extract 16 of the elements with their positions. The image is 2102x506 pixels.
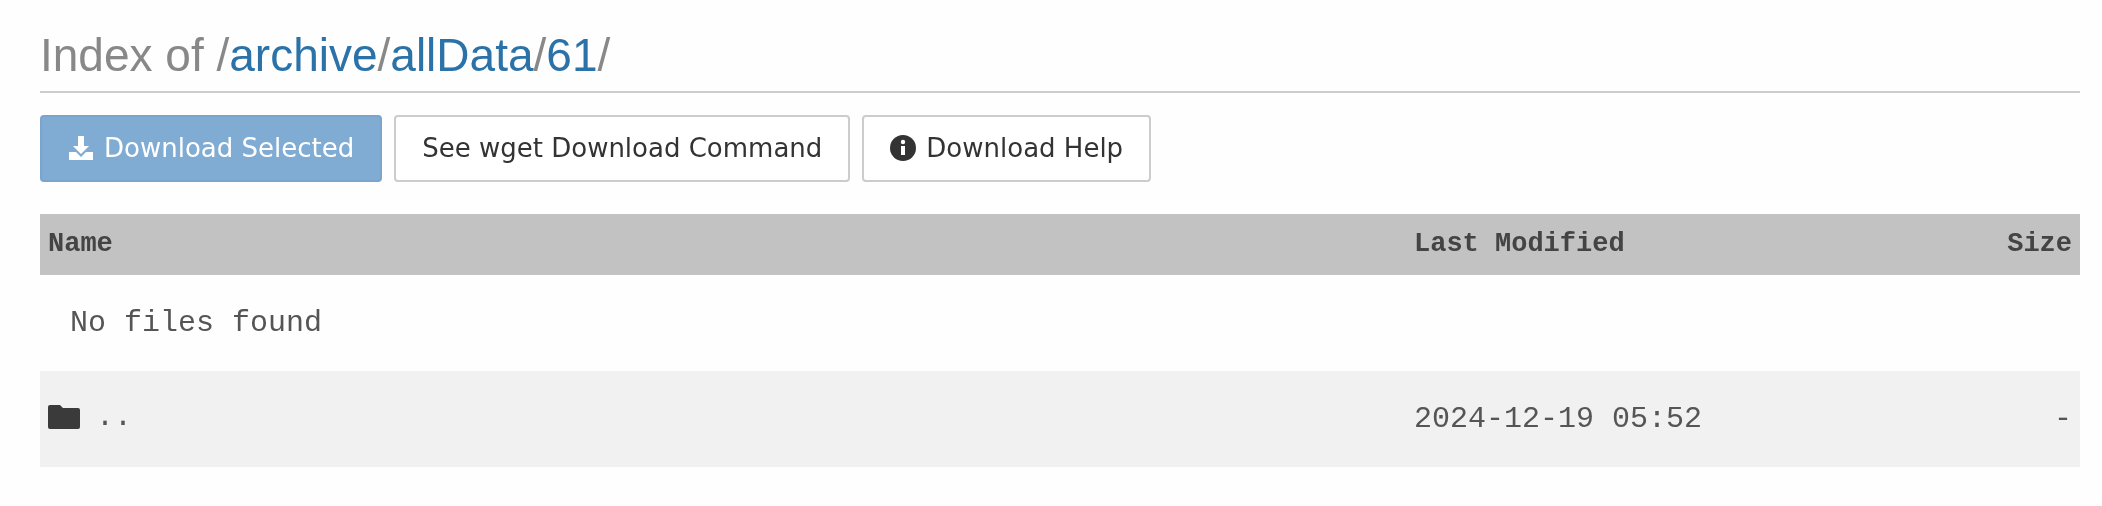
column-header: Name <box>40 213 1406 275</box>
download-button[interactable]: See wget Download Command <box>394 114 851 182</box>
breadcrumb-link[interactable]: allData <box>390 29 534 81</box>
column-header: Last Modified <box>1406 213 1939 275</box>
breadcrumb-link[interactable]: archive <box>229 29 378 81</box>
file-name-link[interactable]: .. <box>96 399 132 434</box>
folder-icon <box>48 404 80 429</box>
column-header: Size <box>1938 213 2080 275</box>
breadcrumb-link[interactable]: 61 <box>546 29 598 81</box>
page-heading: Index of /archive/allData/61/ <box>40 30 2080 93</box>
info-icon <box>890 135 917 162</box>
table-cell: 2024-12-19 05:52 <box>1406 370 1939 467</box>
empty-message: No files found <box>70 305 323 340</box>
download-icon <box>68 135 94 162</box>
download-button[interactable]: Download Help <box>862 114 1152 182</box>
table-cell: - <box>1938 370 2080 467</box>
